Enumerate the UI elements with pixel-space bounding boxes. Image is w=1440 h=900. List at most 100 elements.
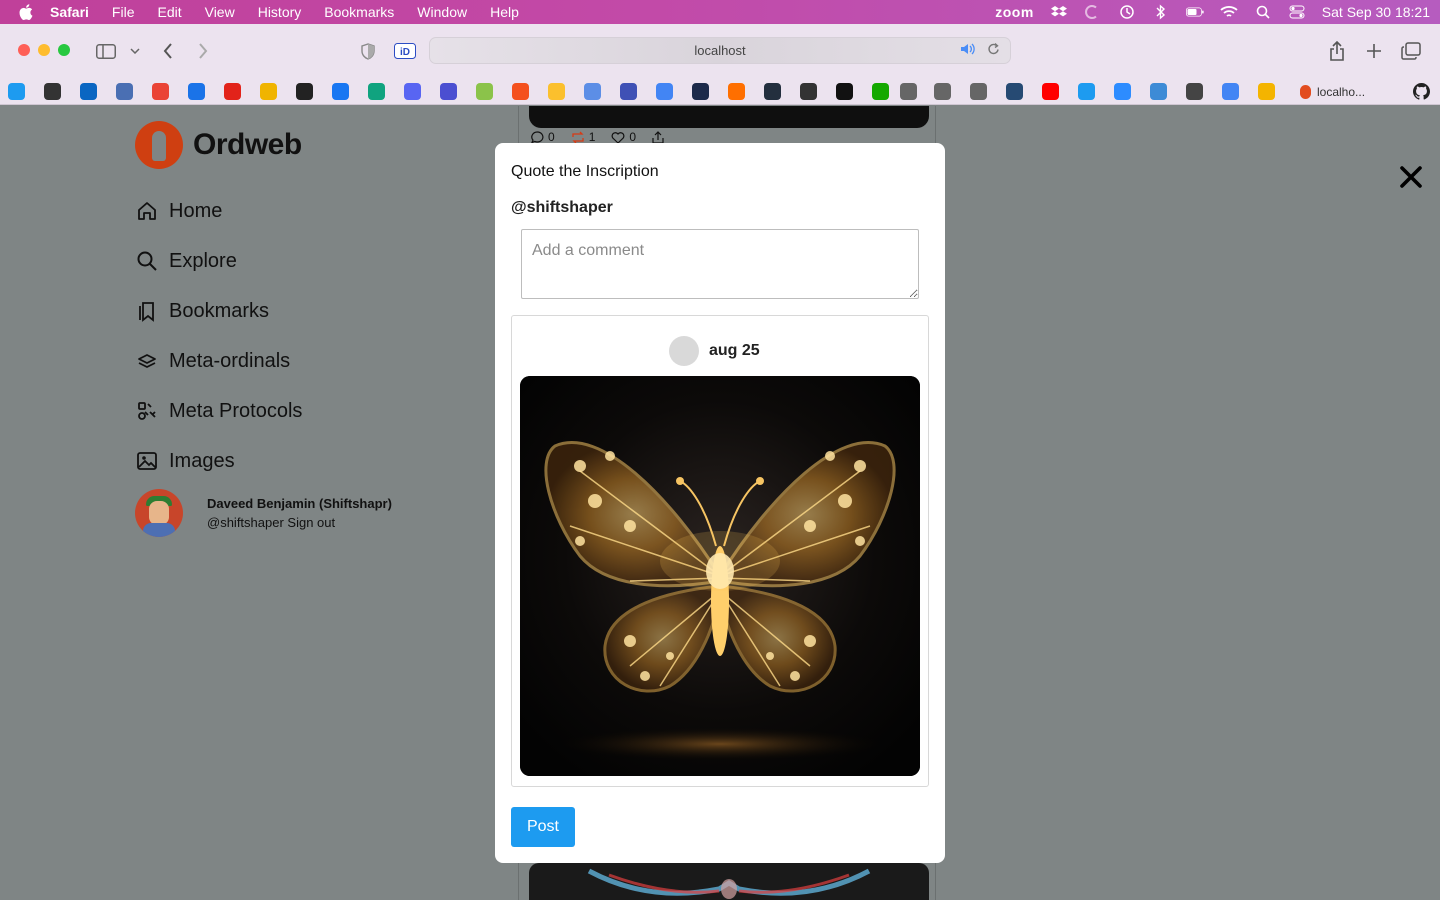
bookmark-z-icon[interactable] <box>1114 83 1131 100</box>
tab-group-chevron-icon[interactable] <box>124 40 146 62</box>
nav-meta-ordinals-label: Meta-ordinals <box>169 349 291 372</box>
zoom-window-button[interactable] <box>58 44 70 56</box>
bookmark-terminal-icon[interactable] <box>1006 83 1023 100</box>
nav-meta-protocols[interactable]: Meta Protocols <box>135 386 302 436</box>
bookmark-app-yellow-icon[interactable] <box>548 83 565 100</box>
bookmark-app-green-icon[interactable] <box>476 83 493 100</box>
inscription-image <box>520 376 920 776</box>
bookmark-at-icon[interactable] <box>620 83 637 100</box>
modal-title: Quote the Inscription <box>511 163 659 180</box>
user-handle-signout[interactable]: @shiftshaper Sign out <box>207 515 392 530</box>
bookmark-app-blue-icon[interactable] <box>440 83 457 100</box>
bookmark-wix2-icon[interactable] <box>934 83 951 100</box>
menu-help[interactable]: Help <box>490 4 519 20</box>
nav-home[interactable]: Home <box>135 186 302 236</box>
bookmark-docs2-icon[interactable] <box>1222 83 1239 100</box>
menu-edit[interactable]: Edit <box>157 4 181 20</box>
like-button[interactable]: 0 <box>611 130 636 144</box>
bookmark-spiral-icon[interactable] <box>800 83 817 100</box>
bookmark-mail-icon[interactable] <box>116 83 133 100</box>
bookmark-youtube-icon[interactable] <box>1042 83 1059 100</box>
comment-count: 0 <box>548 130 555 144</box>
wifi-icon[interactable] <box>1220 5 1238 19</box>
bookmark-badge-icon[interactable] <box>260 83 277 100</box>
quote-inscription-modal: Quote the Inscription @shiftshaper aug 2… <box>495 143 945 863</box>
menubar-clock[interactable]: Sat Sep 30 18:21 <box>1322 4 1430 20</box>
spotlight-search-icon[interactable] <box>1254 5 1272 19</box>
bookmark-amazon-icon[interactable] <box>764 83 781 100</box>
menu-view[interactable]: View <box>205 4 235 20</box>
menu-app-safari[interactable]: Safari <box>50 4 89 20</box>
bookmarks-bar: localho... <box>0 78 1440 105</box>
quoted-inscription-card: aug 25 <box>511 315 929 787</box>
bookmark-acrobat-icon[interactable] <box>224 83 241 100</box>
post-button[interactable]: Post <box>511 807 575 847</box>
close-modal-icon[interactable] <box>1398 164 1424 190</box>
nav-bookmarks[interactable]: Bookmarks <box>135 286 302 336</box>
repost-button[interactable]: 1 <box>571 130 595 144</box>
bookmark-info-icon[interactable] <box>836 83 853 100</box>
bookmark-docs-icon[interactable] <box>656 83 673 100</box>
bookmark-wix3-icon[interactable] <box>970 83 987 100</box>
minimize-window-button[interactable] <box>38 44 50 56</box>
bookmark-bulb-icon[interactable] <box>1150 83 1167 100</box>
bookmark-layers-icon[interactable] <box>584 83 601 100</box>
share-post-button[interactable] <box>652 130 664 144</box>
nav-meta-ordinals[interactable]: Meta-ordinals <box>135 336 302 386</box>
menu-bookmarks[interactable]: Bookmarks <box>324 4 394 20</box>
bookmark-chrome-icon[interactable] <box>44 83 61 100</box>
battery-icon[interactable] <box>1185 5 1204 19</box>
back-icon[interactable] <box>157 40 179 62</box>
cloud-sync-icon[interactable] <box>1084 5 1102 19</box>
nav-images-label: Images <box>169 449 235 472</box>
quoted-post-date: aug 25 <box>709 342 760 359</box>
new-tab-icon[interactable] <box>1363 40 1385 62</box>
bookmark-facebook-icon[interactable] <box>332 83 349 100</box>
bookmark-openai-icon[interactable] <box>296 83 313 100</box>
github-icon[interactable] <box>1413 83 1430 100</box>
bookmark-linkedin-icon[interactable] <box>80 83 97 100</box>
reload-icon[interactable] <box>987 42 1000 59</box>
tab-title: localho... <box>1317 84 1366 99</box>
zoom-status-item[interactable]: zoom <box>995 4 1034 20</box>
menu-window[interactable]: Window <box>417 4 467 20</box>
sidebar-toggle-icon[interactable] <box>95 40 117 62</box>
bookmark-slides-icon[interactable] <box>1258 83 1275 100</box>
bookmark-twitter-icon[interactable] <box>8 83 25 100</box>
privacy-shield-icon[interactable] <box>357 40 379 62</box>
bookmark-orange-page-icon[interactable] <box>728 83 745 100</box>
mac-menu-bar: Safari File Edit View History Bookmarks … <box>0 0 1440 24</box>
bookmark-upwork-icon[interactable] <box>872 83 889 100</box>
audio-playing-icon[interactable] <box>960 43 976 58</box>
address-bar[interactable]: localhost <box>429 37 1011 64</box>
ordweb-logo[interactable]: Ordweb <box>135 121 302 169</box>
menu-history[interactable]: History <box>258 4 302 20</box>
bookmark-twitter2-icon[interactable] <box>1078 83 1095 100</box>
forward-icon[interactable] <box>192 40 214 62</box>
control-center-icon[interactable] <box>1288 5 1306 19</box>
quoted-avatar <box>669 336 699 366</box>
apple-icon[interactable] <box>16 2 36 22</box>
bookmark-app-orange-icon[interactable] <box>512 83 529 100</box>
bookmark-gear-icon[interactable] <box>1186 83 1203 100</box>
bookmark-discord-icon[interactable] <box>404 83 421 100</box>
bookmark-gmail-icon[interactable] <box>152 83 169 100</box>
time-machine-icon[interactable] <box>1118 5 1136 19</box>
dropbox-icon[interactable] <box>1050 5 1068 19</box>
avatar[interactable] <box>135 489 183 537</box>
nav-explore[interactable]: Explore <box>135 236 302 286</box>
bookmark-calendar-icon[interactable] <box>188 83 205 100</box>
nav-images[interactable]: Images <box>135 436 302 486</box>
comment-button[interactable]: 0 <box>531 130 555 144</box>
id-extension-icon[interactable]: iD <box>394 40 416 62</box>
menu-file[interactable]: File <box>112 4 135 20</box>
tab-overview-icon[interactable] <box>1400 40 1422 62</box>
bookmark-wix1-icon[interactable] <box>900 83 917 100</box>
close-window-button[interactable] <box>18 44 30 56</box>
comment-input[interactable] <box>521 229 919 299</box>
bluetooth-icon[interactable] <box>1152 4 1170 20</box>
bookmark-chatgpt-icon[interactable] <box>368 83 385 100</box>
localhost-tab[interactable]: localho... <box>1300 81 1400 102</box>
bookmark-dark-d-icon[interactable] <box>692 83 709 100</box>
share-icon[interactable] <box>1326 40 1348 62</box>
